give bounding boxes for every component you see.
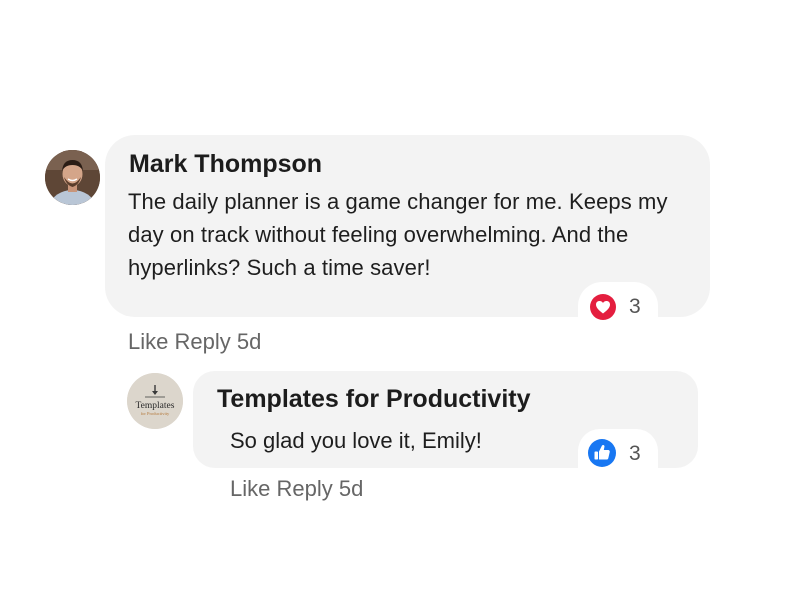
reply-actions: Like Reply 5d — [230, 476, 363, 502]
comment-thread: Mark Thompson The daily planner is a gam… — [0, 0, 800, 600]
heart-icon — [590, 294, 616, 320]
logo-tagline: for Productivity — [141, 411, 170, 416]
reaction-badge[interactable]: 3 — [578, 282, 658, 330]
reply-button[interactable]: Reply — [276, 476, 332, 501]
logo-wordmark: Templates — [136, 401, 175, 411]
comment-text: The daily planner is a game changer for … — [128, 189, 668, 280]
like-button[interactable]: Like — [230, 476, 270, 501]
comment-actions: Like Reply 5d — [128, 329, 261, 355]
person-photo — [45, 150, 100, 205]
avatar[interactable] — [45, 150, 100, 205]
reply-author[interactable]: Templates for Productivity — [217, 385, 531, 414]
reaction-count: 3 — [629, 295, 641, 318]
reply-text: So glad you love it, Emily! — [230, 428, 482, 453]
reply-button[interactable]: Reply — [174, 329, 230, 354]
timestamp[interactable]: 5d — [339, 476, 363, 501]
templates-logo: Templates for Productivity — [127, 373, 183, 429]
comment-bubble: Mark Thompson The daily planner is a gam… — [105, 135, 710, 330]
reaction-count: 3 — [629, 442, 641, 465]
like-button[interactable]: Like — [128, 329, 168, 354]
comment-author[interactable]: Mark Thompson — [129, 150, 322, 179]
thumbs-up-icon — [588, 439, 616, 467]
page-avatar[interactable]: Templates for Productivity — [127, 373, 183, 429]
reaction-badge[interactable]: 3 — [578, 429, 658, 469]
timestamp[interactable]: 5d — [237, 329, 261, 354]
reply-bubble: Templates for Productivity So glad you l… — [193, 371, 698, 469]
